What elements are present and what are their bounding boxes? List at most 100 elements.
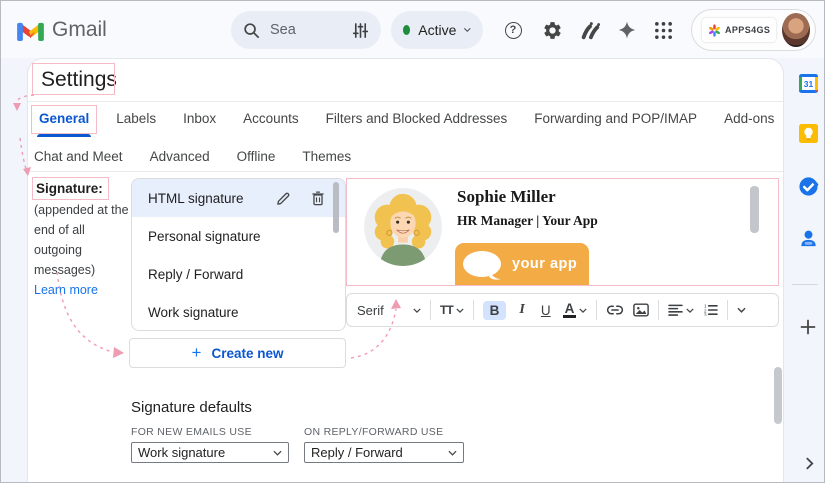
- font-size-icon: TT: [440, 303, 454, 317]
- chevron-down-icon: [456, 307, 464, 313]
- tab-themes[interactable]: Themes: [302, 147, 351, 166]
- tab-forwarding[interactable]: Forwarding and POP/IMAP: [534, 109, 697, 128]
- chevron-down-icon: [273, 450, 282, 456]
- numbered-list-button[interactable]: 123: [703, 304, 719, 316]
- more-formatting-button[interactable]: [737, 307, 746, 313]
- text-color-icon: A: [562, 301, 577, 318]
- signature-item-actions: [276, 191, 325, 206]
- tasks-icon: [799, 177, 819, 196]
- chevron-down-icon: [579, 307, 587, 313]
- top-bar: Gmail Sea Active ? APPS4GS: [1, 1, 824, 58]
- signature-item-label: Reply / Forward: [148, 267, 244, 283]
- gmail-m-icon: [17, 22, 44, 41]
- account-pill[interactable]: APPS4GS: [691, 9, 816, 51]
- align-left-icon: [668, 304, 684, 316]
- banner-label: your app: [512, 256, 578, 272]
- tab-accounts[interactable]: Accounts: [243, 109, 299, 128]
- for-new-emails-label: FOR NEW EMAILS USE: [131, 426, 252, 438]
- get-addons-button[interactable]: [800, 319, 816, 335]
- align-button[interactable]: [668, 304, 694, 316]
- on-reply-forward-value: Reply / Forward: [311, 445, 403, 460]
- apps-button[interactable]: [652, 19, 674, 41]
- profile-photo[interactable]: [782, 13, 810, 47]
- font-family-selector[interactable]: Serif: [357, 303, 421, 318]
- calendar-button[interactable]: 31: [798, 73, 819, 94]
- svg-text:3: 3: [704, 312, 707, 316]
- keep-button[interactable]: [798, 123, 819, 144]
- search-input[interactable]: Sea: [270, 22, 342, 38]
- numbered-list-icon: 123: [704, 304, 719, 316]
- help-button[interactable]: ?: [502, 19, 524, 41]
- signature-banner: your app: [455, 243, 589, 285]
- signature-item-html[interactable]: HTML signature: [132, 179, 345, 218]
- signature-name: Sophie Miller: [457, 187, 556, 206]
- toolbar-separator: [472, 300, 474, 320]
- main-scrollbar[interactable]: [774, 367, 782, 424]
- text-color-button[interactable]: A: [562, 301, 588, 318]
- signature-note: (appended at the end of all outgoing mes…: [34, 200, 134, 300]
- signature-item-personal[interactable]: Personal signature: [132, 217, 345, 255]
- signature-note-line: (appended at the: [34, 203, 129, 217]
- chevron-down-icon: [448, 450, 457, 456]
- font-size-button[interactable]: TT: [440, 303, 464, 317]
- toolbar-separator: [430, 300, 431, 320]
- toolbar-separator: [727, 300, 729, 320]
- plus-icon: +: [191, 342, 202, 362]
- on-reply-forward-select[interactable]: Reply / Forward: [304, 442, 464, 463]
- edit-pencil-icon[interactable]: [276, 191, 291, 206]
- calendar-icon: 31: [799, 74, 818, 93]
- signature-item-reply-forward[interactable]: Reply / Forward: [132, 256, 345, 294]
- collapse-side-panel-button[interactable]: [803, 457, 817, 471]
- create-new-button[interactable]: + Create new: [129, 338, 346, 368]
- underline-button[interactable]: U: [538, 303, 554, 318]
- add-icon: [800, 319, 816, 335]
- search-bar[interactable]: Sea: [231, 11, 381, 49]
- page-title: Settings: [41, 68, 117, 91]
- account-badge-label: APPS4GS: [725, 25, 771, 35]
- keep-icon: [799, 124, 818, 143]
- insert-image-button[interactable]: [633, 303, 650, 317]
- tune-icon[interactable]: [352, 22, 369, 39]
- signature-list-scrollbar[interactable]: [333, 182, 339, 233]
- apps-grid-icon: [654, 21, 672, 39]
- tab-inbox[interactable]: Inbox: [183, 109, 216, 128]
- toolbar-separator: [658, 300, 660, 320]
- preview-scrollbar[interactable]: [750, 186, 759, 233]
- signature-preview[interactable]: Sophie Miller HR Manager | Your App your…: [346, 178, 779, 286]
- for-new-emails-value: Work signature: [138, 445, 226, 460]
- help-icon: ?: [504, 21, 522, 39]
- for-new-emails-select[interactable]: Work signature: [131, 442, 289, 463]
- insert-link-button[interactable]: [606, 304, 624, 316]
- tab-labels[interactable]: Labels: [116, 109, 156, 128]
- contacts-button[interactable]: [798, 228, 819, 249]
- workspace-badge: APPS4GS: [702, 18, 777, 42]
- extension-icon: [581, 22, 601, 40]
- status-label: Active: [418, 22, 457, 38]
- delete-trash-icon[interactable]: [311, 191, 325, 206]
- divider: [28, 101, 783, 102]
- status-selector[interactable]: Active: [391, 11, 483, 49]
- gemini-sparkle-icon: [618, 21, 636, 39]
- learn-more-link[interactable]: Learn more: [34, 280, 134, 300]
- italic-button[interactable]: I: [515, 302, 528, 318]
- signature-note-line: messages): [34, 263, 96, 277]
- gemini-button[interactable]: [616, 19, 638, 41]
- contacts-icon: [801, 230, 816, 247]
- tab-chat-meet[interactable]: Chat and Meet: [34, 147, 123, 166]
- tab-addons[interactable]: Add-ons: [724, 109, 774, 128]
- tab-offline[interactable]: Offline: [237, 147, 276, 166]
- signature-avatar: [364, 188, 442, 266]
- gmail-logo: Gmail: [17, 18, 107, 42]
- settings-tabs-row1: General Labels Inbox Accounts Filters an…: [30, 105, 774, 137]
- tab-filters[interactable]: Filters and Blocked Addresses: [326, 109, 508, 128]
- settings-button[interactable]: [541, 19, 563, 41]
- extension-button[interactable]: [579, 19, 601, 41]
- tab-advanced[interactable]: Advanced: [150, 147, 210, 166]
- signature-section-label: Signature:: [32, 177, 109, 200]
- chevron-down-icon: [686, 307, 694, 313]
- tab-general[interactable]: General: [30, 105, 98, 137]
- formatting-toolbar: Serif TT B I U A 1 2 3: [346, 293, 779, 327]
- bold-button[interactable]: B: [482, 300, 507, 320]
- tasks-button[interactable]: [798, 176, 819, 197]
- signature-item-work[interactable]: Work signature: [132, 294, 345, 330]
